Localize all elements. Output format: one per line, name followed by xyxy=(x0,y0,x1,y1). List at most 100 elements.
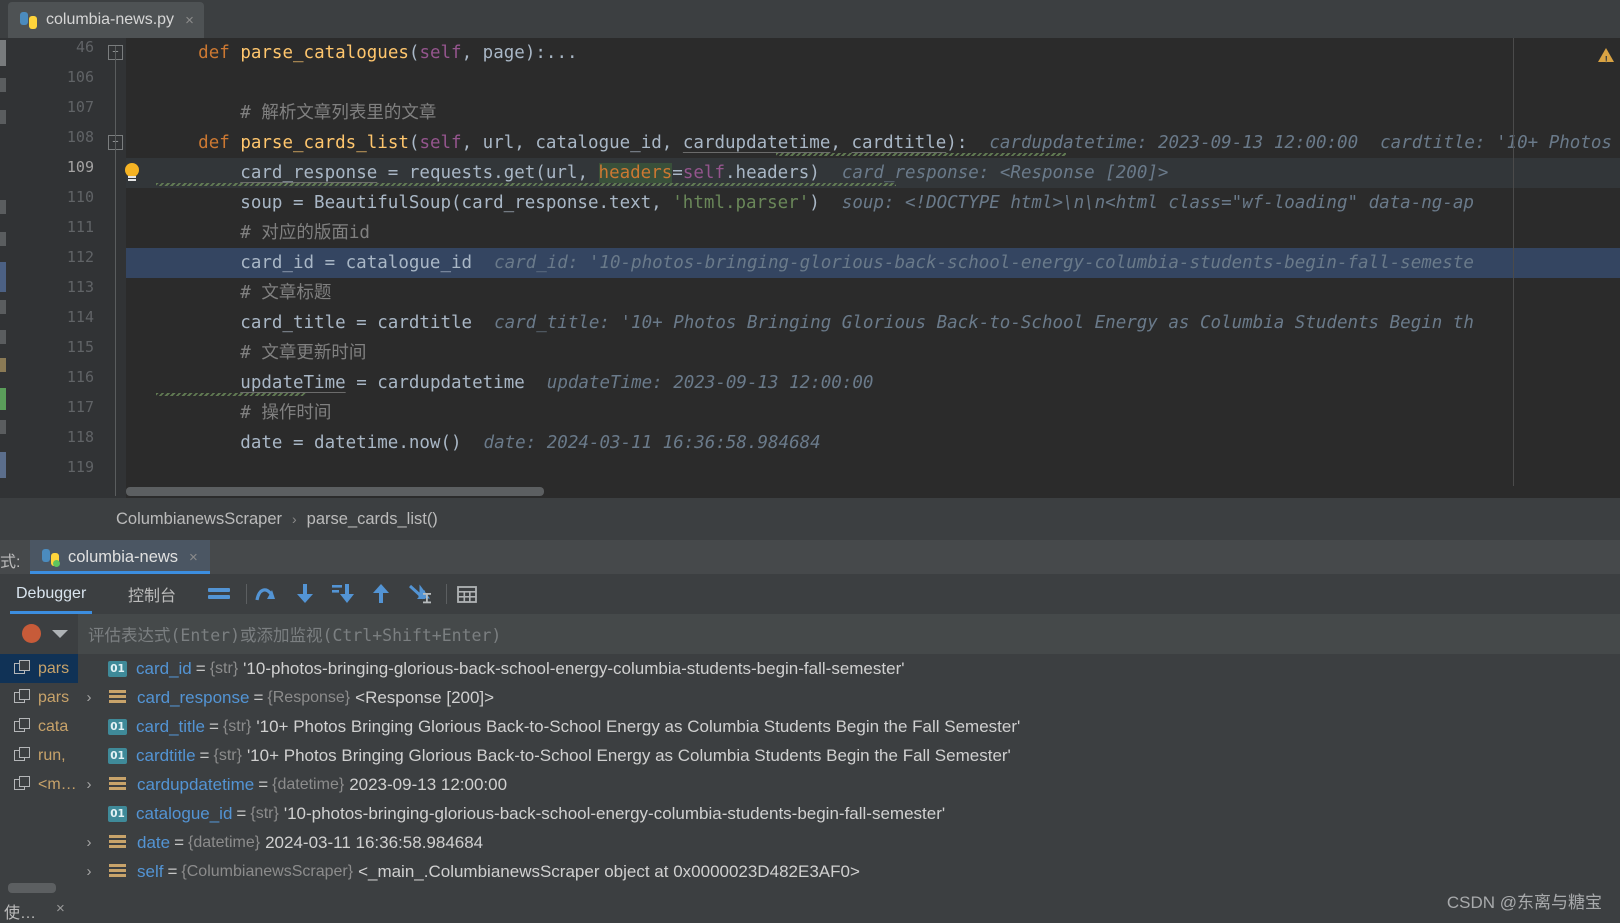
variable-name: date xyxy=(137,832,171,852)
python-file-icon xyxy=(20,11,37,29)
object-variable-icon xyxy=(108,689,128,706)
code-line[interactable]: def parse_cards_list(self, url, catalogu… xyxy=(126,128,1620,158)
variable-row[interactable]: › date = {datetime} 2024-03-11 16:36:58.9846… xyxy=(78,828,1620,857)
code-editor[interactable]: columbia-news.py × 46 106 107 108 109 110 111 1… xyxy=(0,0,1620,498)
variable-row[interactable]: › self = {ColumbianewsScraper} <_main_.Colum… xyxy=(78,857,1620,886)
variables-pane[interactable]: ›card_id={str}'10-photos-bringing-glorio… xyxy=(78,654,1620,923)
code-line-text: date = datetime.now() xyxy=(156,433,462,453)
chevron-right-icon[interactable]: › xyxy=(78,689,100,706)
code-line[interactable]: # 文章标题 xyxy=(126,278,1620,308)
step-over-icon[interactable] xyxy=(254,582,280,606)
line-number: 113 xyxy=(66,278,94,296)
line-number: 115 xyxy=(66,338,94,356)
inline-debug-hint: card_id: '10-photos-bringing-glorious-ba… xyxy=(494,253,1474,273)
code-line[interactable] xyxy=(126,68,1620,98)
variable-row[interactable]: ›card_id={str}'10-photos-bringing-glorio… xyxy=(78,654,1620,683)
frame-item[interactable]: <m… xyxy=(0,770,78,799)
variable-type: {str} xyxy=(213,746,242,764)
chevron-right-icon[interactable]: › xyxy=(78,863,100,880)
editor-fold-column[interactable]: +− xyxy=(104,38,126,498)
variable-type: {datetime} xyxy=(272,775,345,793)
line-number: 112 xyxy=(66,248,94,266)
code-line[interactable]: # 操作时间 xyxy=(126,398,1620,428)
chevron-right-icon[interactable]: › xyxy=(78,776,100,793)
line-number: 110 xyxy=(66,188,94,206)
frames-hscrollbar-thumb[interactable] xyxy=(8,883,56,893)
code-line[interactable]: # 对应的版面id xyxy=(126,218,1620,248)
variable-row[interactable]: ›cardtitle={str}'10+ Photos Bringing Glo… xyxy=(78,741,1620,770)
inline-debug-hint: date: 2024-03-11 16:36:58.984684 xyxy=(483,433,821,453)
frame-label: <m… xyxy=(38,775,77,793)
inline-debug-hint: updateTime: 2023-09-13 12:00:00 xyxy=(546,373,874,393)
variable-row[interactable]: › cardupdatetime = {datetime} 2023-09-13 12:… xyxy=(78,770,1620,799)
frame-label: pars xyxy=(38,659,70,677)
tab-debugger[interactable]: Debugger xyxy=(10,574,93,614)
step-into-icon[interactable] xyxy=(292,582,318,606)
variable-row[interactable]: ›card_title={str}'10+ Photos Bringing Gl… xyxy=(78,712,1620,741)
variable-equals: = xyxy=(236,803,247,823)
debug-run-tab-strip: 式: columbia-news × xyxy=(0,540,1620,574)
code-line[interactable]: card_title = cardtitle card_title: '10+ P… xyxy=(126,308,1620,338)
step-out-icon[interactable] xyxy=(368,582,394,606)
editor-hscrollbar-thumb[interactable] xyxy=(126,487,544,496)
chevron-down-icon[interactable] xyxy=(52,630,68,638)
code-line[interactable]: # 解析文章列表里的文章 xyxy=(126,98,1620,128)
code-line[interactable]: card_response = requests.get(url, header… xyxy=(126,158,1620,188)
code-line[interactable]: card_id = catalogue_id card_id: '10-photo… xyxy=(126,248,1620,278)
frame-item[interactable]: pars xyxy=(0,654,78,683)
variable-equals: = xyxy=(199,745,210,765)
variable-value: '10+ Photos Bringing Glorious Back-to-Sc… xyxy=(256,716,1021,736)
breadcrumb-class[interactable]: ColumbianewsScraper xyxy=(116,510,282,529)
python-run-config-icon xyxy=(42,548,60,567)
code-line[interactable]: def parse_catalogues(self, page):... xyxy=(126,38,1620,68)
editor-marker-tick xyxy=(0,358,6,372)
line-number: 116 xyxy=(66,368,94,386)
mute-breakpoints-icon[interactable] xyxy=(206,582,232,606)
code-line-text: # 操作时间 xyxy=(156,403,332,423)
variable-row[interactable]: › card_response = {Response} <Response [200]… xyxy=(78,683,1620,712)
evaluate-expression-icon[interactable] xyxy=(454,582,480,606)
intention-bulb-icon[interactable] xyxy=(122,163,142,183)
breadcrumb-method[interactable]: parse_cards_list() xyxy=(307,510,438,529)
object-variable-icon xyxy=(108,834,128,851)
chevron-right-icon[interactable]: › xyxy=(78,834,100,851)
editor-marker-tick xyxy=(0,420,6,434)
close-icon[interactable]: × xyxy=(56,900,65,917)
debug-mode-label: 式: xyxy=(0,554,21,571)
expression-input[interactable]: 评估表达式(Enter)或添加监视(Ctrl+Shift+Enter) xyxy=(78,614,1620,654)
editor-gutter[interactable]: 46 106 107 108 109 110 111 112 113 114 115 116 117 11… xyxy=(0,38,104,498)
variable-value: '10-photos-bringing-glorious-back-school… xyxy=(283,803,946,823)
toolbar-separator xyxy=(446,584,447,604)
string-variable-icon xyxy=(108,660,127,677)
object-variable-icon xyxy=(108,863,128,880)
frame-icon xyxy=(14,747,31,764)
force-step-into-icon[interactable] xyxy=(330,582,356,606)
code-line[interactable]: # 文章更新时间 xyxy=(126,338,1620,368)
close-icon[interactable]: × xyxy=(183,13,194,28)
frame-item[interactable]: pars xyxy=(0,683,78,712)
frame-item[interactable]: cata xyxy=(0,712,78,741)
code-line-text: def parse_catalogues(self, page):... xyxy=(198,43,578,63)
debug-run-tab[interactable]: columbia-news × xyxy=(30,540,210,574)
run-to-cursor-icon[interactable] xyxy=(406,582,432,606)
breakpoint-indicator-icon[interactable] xyxy=(22,624,41,643)
code-line[interactable]: updateTime = cardupdatetime updateTime: 2… xyxy=(126,368,1620,398)
breadcrumb-separator-icon: › xyxy=(292,511,297,527)
variable-row[interactable]: ›catalogue_id={str}'10-photos-bringing-g… xyxy=(78,799,1620,828)
code-line[interactable]: soup = BeautifulSoup(card_response.text,… xyxy=(126,188,1620,218)
string-variable-icon xyxy=(108,718,127,735)
tab-console[interactable]: 控制台 xyxy=(128,574,176,614)
editor-marker-tick xyxy=(0,300,6,314)
tab-debugger-label: Debugger xyxy=(16,585,87,602)
variable-equals: = xyxy=(258,774,269,794)
debug-bottom-label: 使… xyxy=(4,905,37,922)
code-line[interactable]: date = datetime.now() date: 2024-03-11 16… xyxy=(126,428,1620,458)
editor-file-tab[interactable]: columbia-news.py × xyxy=(8,2,204,38)
frame-item[interactable]: run, xyxy=(0,741,78,770)
editor-code-surface[interactable]: def parse_catalogues(self, page):... # 解… xyxy=(126,38,1620,498)
code-line[interactable] xyxy=(126,458,1620,488)
debug-toolbar[interactable]: Debugger 控制台 xyxy=(0,574,1620,614)
close-icon[interactable]: × xyxy=(187,550,198,565)
tab-console-label: 控制台 xyxy=(128,588,177,605)
